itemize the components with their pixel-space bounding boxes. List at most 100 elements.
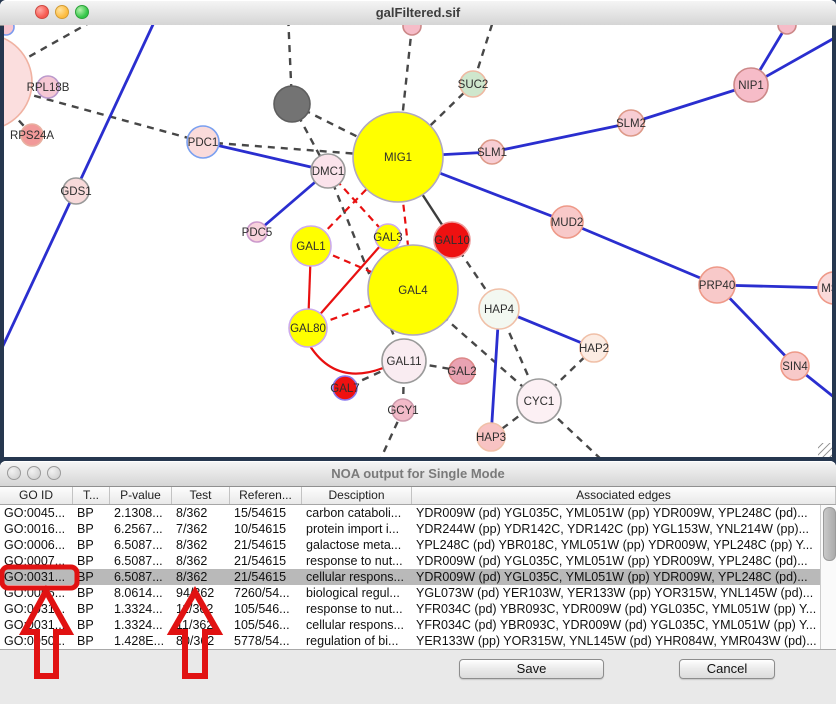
cell: 1.3324... (110, 601, 172, 617)
cell: 15/54615 (230, 505, 302, 521)
node-CYC1[interactable] (517, 379, 561, 423)
node-GAL2[interactable] (449, 358, 475, 384)
column-header-p-value[interactable]: P-value (110, 487, 172, 504)
column-header-associated-edges[interactable]: Associated edges (412, 487, 836, 504)
node-gray-node[interactable] (274, 86, 310, 122)
cell: 6.5087... (110, 537, 172, 553)
node-NIP1[interactable] (734, 68, 768, 102)
close-icon[interactable] (7, 466, 21, 480)
node-HAP3[interactable] (477, 423, 505, 451)
cell: 5778/54... (230, 633, 302, 649)
cancel-button[interactable]: Cancel (679, 659, 775, 679)
node-HAP2[interactable] (580, 334, 608, 362)
table-row-2[interactable]: GO:0006...BP6.5087...8/36221/54615galact… (0, 537, 820, 553)
cell: BP (73, 553, 110, 569)
cell: 21/54615 (230, 569, 302, 585)
node-big-circle[interactable] (4, 34, 32, 130)
node-GAL1[interactable] (291, 226, 331, 266)
cell: GO:0006... (0, 537, 73, 553)
cell: 8/362 (172, 569, 230, 585)
cell: BP (73, 537, 110, 553)
minimize-icon[interactable] (27, 466, 41, 480)
cell: regulation of bi... (302, 633, 412, 649)
node-GAL4[interactable] (368, 245, 458, 335)
node-top-node-1[interactable] (403, 25, 421, 35)
minimize-icon[interactable] (55, 5, 69, 19)
resize-grip-icon[interactable] (818, 443, 832, 457)
node-RPS24A[interactable] (21, 124, 43, 146)
table-row-0[interactable]: GO:0045...BP2.1308...8/36215/54615carbon… (0, 505, 820, 521)
cell: response to nut... (302, 601, 412, 617)
node-MSN[interactable] (818, 272, 832, 304)
node-GCY1[interactable] (392, 399, 414, 421)
node-GAL7[interactable] (333, 376, 357, 400)
cell: 6.2567... (110, 521, 172, 537)
column-header-t-[interactable]: T... (73, 487, 110, 504)
save-button[interactable]: Save (459, 659, 604, 679)
cell: BP (73, 521, 110, 537)
table-row-5[interactable]: GO:0065...BP8.0614...94/3627260/54...bio… (0, 585, 820, 601)
scrollbar-thumb[interactable] (823, 507, 836, 561)
table-header-row: GO IDT...P-valueTestReferen...Desciption… (0, 487, 836, 505)
noa-output-window: NOA output for Single Mode GO IDT...P-va… (0, 461, 836, 704)
node-SLM1[interactable] (480, 140, 504, 164)
cell: GO:0031... (0, 601, 73, 617)
network-canvas[interactable]: RPL18BRPS24AGDS1PDC1MIG1DMC1SUC2SLM1SLM2… (4, 25, 832, 457)
node-DMC1[interactable] (311, 154, 345, 188)
column-header-go-id[interactable]: GO ID (0, 487, 73, 504)
noa-results-table: GO IDT...P-valueTestReferen...Desciption… (0, 487, 836, 649)
table-row-6[interactable]: GO:0031...BP1.3324...11/362105/546...res… (0, 601, 820, 617)
cell: YFR034C (pd) YBR093C, YDR009W (pd) YGL03… (412, 617, 820, 633)
cell: 2.1308... (110, 505, 172, 521)
node-RPL18B[interactable] (37, 76, 59, 98)
node-SIN4[interactable] (781, 352, 809, 380)
cell: YER133W (pp) YOR315W, YNL145W (pd) YHR08… (412, 633, 820, 649)
node-top-node-2[interactable] (778, 25, 796, 34)
node-PDC5[interactable] (247, 222, 267, 242)
cell: 105/546... (230, 617, 302, 633)
node-GAL3[interactable] (375, 224, 401, 250)
zoom-icon[interactable] (47, 466, 61, 480)
table-row-3[interactable]: GO:0007...BP6.5087...8/36221/54615respon… (0, 553, 820, 569)
node-top-left-node[interactable] (4, 25, 14, 35)
node-SLM2[interactable] (618, 110, 644, 136)
table-row-4[interactable]: GO:0031...BP6.5087...8/36221/54615cellul… (0, 569, 820, 585)
node-HAP4[interactable] (479, 289, 519, 329)
column-header-test[interactable]: Test (172, 487, 230, 504)
cell: YFR034C (pd) YBR093C, YDR009W (pd) YGL03… (412, 601, 820, 617)
node-MIG1[interactable] (353, 112, 443, 202)
edge-blue (203, 142, 328, 171)
noa-window-titlebar: NOA output for Single Mode (0, 461, 836, 487)
cell: 6.5087... (110, 553, 172, 569)
node-PDC1[interactable] (187, 126, 219, 158)
cell: 7/362 (172, 521, 230, 537)
cell: GO:0031... (0, 569, 73, 585)
node-SUC2[interactable] (460, 71, 486, 97)
node-GAL11[interactable] (382, 339, 426, 383)
network-window: galFiltered.sif RPL18BRPS24AGDS1PDC1MIG1… (0, 0, 836, 457)
node-PRP40[interactable] (699, 267, 735, 303)
table-row-1[interactable]: GO:0016...BP6.2567...7/36210/54615protei… (0, 521, 820, 537)
cell: YDR009W (pd) YGL035C, YML051W (pp) YDR00… (412, 569, 820, 585)
node-GAL80[interactable] (289, 309, 327, 347)
zoom-icon[interactable] (75, 5, 89, 19)
vertical-scrollbar[interactable] (820, 505, 836, 649)
table-row-7[interactable]: GO:0031...BP1.3324...11/362105/546...cel… (0, 617, 820, 633)
cell: cellular respons... (302, 617, 412, 633)
cell: 11/362 (172, 601, 230, 617)
cell: BP (73, 569, 110, 585)
table-row-8[interactable]: GO:0050...BP1.428E...80/3625778/54...reg… (0, 633, 820, 649)
column-header-desciption[interactable]: Desciption (302, 487, 412, 504)
column-header-referen-[interactable]: Referen... (230, 487, 302, 504)
cell: BP (73, 601, 110, 617)
network-window-title: galFiltered.sif (0, 0, 836, 25)
node-MUD2[interactable] (551, 206, 583, 238)
cell: 21/54615 (230, 537, 302, 553)
cell: response to nut... (302, 553, 412, 569)
cell: 6.5087... (110, 569, 172, 585)
cell: GO:0016... (0, 521, 73, 537)
cell: BP (73, 633, 110, 649)
close-icon[interactable] (35, 5, 49, 19)
cell: 8/362 (172, 505, 230, 521)
node-GDS1[interactable] (63, 178, 89, 204)
